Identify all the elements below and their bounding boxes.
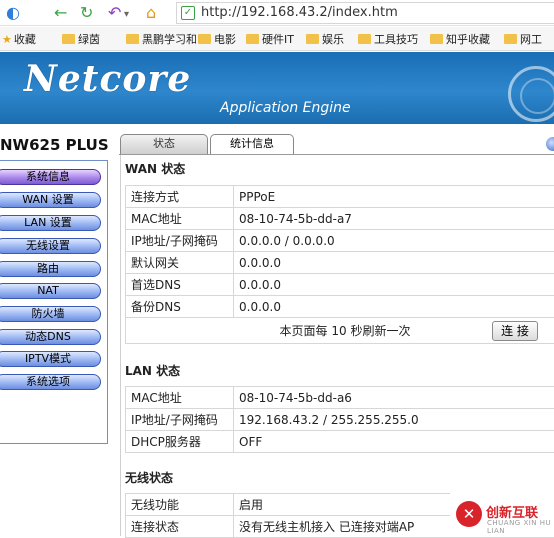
home-icon[interactable]: ⌂ (146, 3, 156, 23)
folder-icon (198, 34, 211, 44)
chevron-down-icon[interactable]: ▾ (124, 5, 129, 25)
bookmark-folder[interactable]: 娱乐 (306, 31, 344, 47)
wireless-section-title: 无线状态 (125, 469, 173, 486)
table-row: 连接方式PPPoE (126, 186, 554, 208)
refresh-note: 本页面每 10 秒刷新一次 (280, 324, 411, 338)
folder-icon (358, 34, 371, 44)
watermark-logo-icon: ✕ (456, 501, 482, 527)
bookmark-favorites[interactable]: ★收藏 (2, 31, 36, 47)
banner-subtitle: Application Engine (220, 100, 351, 116)
refresh-icon[interactable]: ↻ (80, 3, 93, 23)
table-row: MAC地址08-10-74-5b-dd-a7 (126, 208, 554, 230)
header-banner: Netcore Application Engine (0, 52, 554, 124)
connect-button[interactable]: 连 接 (492, 321, 538, 341)
bookmark-folder[interactable]: 知乎收藏 (430, 31, 490, 47)
bookmark-folder[interactable]: 工具技巧 (358, 31, 418, 47)
row-label: MAC地址 (126, 208, 234, 230)
netcore-logo: Netcore (24, 58, 191, 100)
swirl-graphic (520, 78, 554, 114)
sidebar-item-firewall[interactable]: 防火墙 (0, 306, 101, 322)
watermark: ✕ 创新互联 CHUANG XIN HU LIAN (450, 492, 554, 536)
sidebar-item-ddns[interactable]: 动态DNS (0, 329, 101, 345)
table-row: DHCP服务器OFF (126, 431, 554, 453)
row-value: 192.168.43.2 / 255.255.255.0 (234, 409, 554, 431)
row-label: 首选DNS (126, 274, 234, 296)
table-row: MAC地址08-10-74-5b-dd-a6 (126, 387, 554, 409)
row-value: 0.0.0.0 / 0.0.0.0 (234, 230, 554, 252)
folder-icon (430, 34, 443, 44)
watermark-subtext: CHUANG XIN HU LIAN (487, 519, 554, 535)
bookmark-folder[interactable]: 网工 (504, 31, 542, 47)
status-panel: WAN 状态 连接方式PPPoE MAC地址08-10-74-5b-dd-a7 … (120, 155, 554, 536)
row-label: IP地址/子网掩码 (126, 230, 234, 252)
row-value: 0.0.0.0 (234, 274, 554, 296)
sidebar-item-lan[interactable]: LAN 设置 (0, 215, 101, 231)
table-row: 首选DNS0.0.0.0 (126, 274, 554, 296)
row-value: 08-10-74-5b-dd-a7 (234, 208, 554, 230)
table-row: 备份DNS0.0.0.0 (126, 296, 554, 318)
row-label: 备份DNS (126, 296, 234, 318)
lan-table: MAC地址08-10-74-5b-dd-a6 IP地址/子网掩码192.168.… (125, 386, 554, 453)
back-icon[interactable]: ← (54, 3, 67, 23)
folder-icon (504, 34, 517, 44)
row-label: IP地址/子网掩码 (126, 409, 234, 431)
sidebar-item-iptv[interactable]: IPTV模式 (0, 351, 101, 367)
sidebar-menu: 系统信息 WAN 设置 LAN 设置 无线设置 路由 NAT 防火墙 动态DNS… (0, 160, 108, 444)
row-label: MAC地址 (126, 387, 234, 409)
star-icon: ★ (2, 33, 12, 46)
sidebar-item-system-info[interactable]: 系统信息 (0, 169, 101, 185)
browser-toolbar: ◐ ← ↻ ↶ ▾ ⌂ ✓ http://192.168.43.2/index.… (0, 0, 554, 26)
row-label: DHCP服务器 (126, 431, 234, 453)
refresh-cell: 本页面每 10 秒刷新一次 连 接 (126, 318, 554, 344)
row-label: 无线功能 (126, 494, 234, 516)
undo-icon[interactable]: ↶ (108, 3, 121, 23)
row-label: 连接状态 (126, 516, 234, 538)
address-bar[interactable]: ✓ http://192.168.43.2/index.htm (176, 2, 554, 24)
wan-section-title: WAN 状态 (125, 160, 185, 177)
row-value: OFF (234, 431, 554, 453)
help-icon[interactable] (546, 137, 554, 151)
url-text[interactable]: http://192.168.43.2/index.htm (201, 5, 398, 20)
bookmark-folder[interactable]: 硬件IT (246, 31, 294, 47)
folder-icon (62, 34, 75, 44)
row-value: 0.0.0.0 (234, 252, 554, 274)
sidebar-item-routing[interactable]: 路由 (0, 261, 101, 277)
sidebar-item-wan[interactable]: WAN 设置 (0, 192, 101, 208)
bookmarks-bar: ★收藏 绿茵 黑鹏学习和 电影 硬件IT 娱乐 工具技巧 知乎收藏 网工 (0, 27, 554, 51)
row-value: PPPoE (234, 186, 554, 208)
row-label: 连接方式 (126, 186, 234, 208)
bookmark-folder[interactable]: 电影 (198, 31, 236, 47)
shield-icon: ✓ (181, 6, 195, 20)
wan-table: 连接方式PPPoE MAC地址08-10-74-5b-dd-a7 IP地址/子网… (125, 185, 554, 344)
sidebar-item-nat[interactable]: NAT (0, 283, 101, 299)
tab-statistics[interactable]: 统计信息 (210, 134, 294, 154)
folder-icon (246, 34, 259, 44)
row-value: 08-10-74-5b-dd-a6 (234, 387, 554, 409)
row-value: 0.0.0.0 (234, 296, 554, 318)
row-label: 默认网关 (126, 252, 234, 274)
table-row: 默认网关0.0.0.0 (126, 252, 554, 274)
browser-logo-icon: ◐ (6, 3, 20, 23)
bookmark-folder[interactable]: 绿茵 (62, 31, 100, 47)
sidebar-item-wireless[interactable]: 无线设置 (0, 238, 101, 254)
folder-icon (126, 34, 139, 44)
lan-section-title: LAN 状态 (125, 362, 180, 379)
table-row: IP地址/子网掩码0.0.0.0 / 0.0.0.0 (126, 230, 554, 252)
bookmark-folder[interactable]: 黑鹏学习和 (126, 31, 197, 47)
model-name: NW625 PLUS (0, 136, 109, 154)
tab-status[interactable]: 状态 (120, 134, 208, 154)
sidebar-item-system-options[interactable]: 系统选项 (0, 374, 101, 390)
table-row: IP地址/子网掩码192.168.43.2 / 255.255.255.0 (126, 409, 554, 431)
folder-icon (306, 34, 319, 44)
refresh-row: 本页面每 10 秒刷新一次 连 接 (126, 318, 554, 344)
